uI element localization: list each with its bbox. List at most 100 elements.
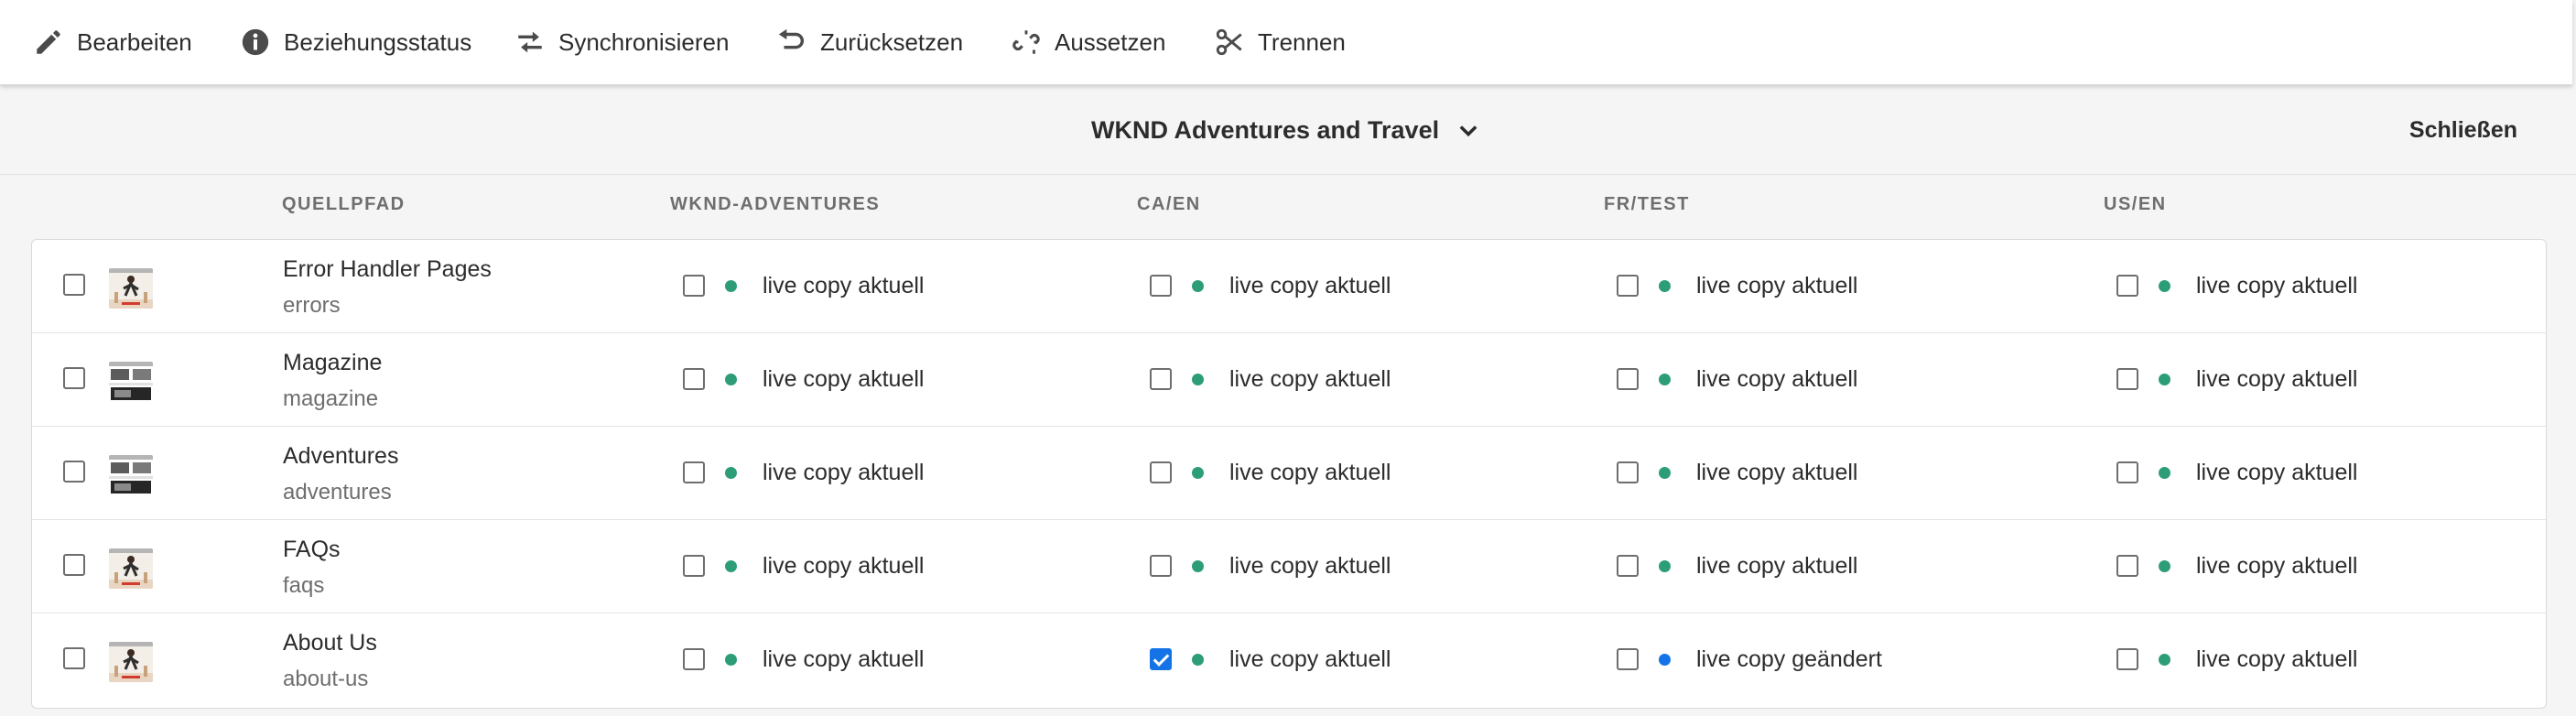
- status-current-dot-icon: [2159, 560, 2170, 572]
- live-copy-checkbox[interactable]: [1150, 461, 1172, 483]
- source-page-path: magazine: [283, 386, 379, 411]
- live-copy-status-label: live copy aktuell: [1696, 460, 1858, 485]
- edit-button-label: Bearbeiten: [77, 27, 192, 56]
- source-page-path: about-us: [283, 667, 369, 691]
- close-button[interactable]: Schließen: [2409, 86, 2517, 174]
- live-copy-checkbox[interactable]: [1617, 461, 1639, 483]
- detach-button[interactable]: Trennen: [1214, 0, 1346, 84]
- source-page-title: FAQs: [283, 537, 341, 562]
- row-select-checkbox[interactable]: [63, 647, 85, 669]
- status-current-dot-icon: [1659, 560, 1671, 572]
- live-copy-status: live copy aktuell: [725, 520, 924, 613]
- suspend-button[interactable]: Aussetzen: [1011, 0, 1165, 84]
- table-row[interactable]: FAQs faqs live copy aktuell live copy aktue…: [32, 520, 2546, 613]
- status-current-dot-icon: [1192, 560, 1204, 572]
- column-header-ca-en: CA/EN: [1137, 194, 1201, 214]
- status-current-dot-icon: [2159, 280, 2170, 292]
- live-copy-checkbox[interactable]: [1150, 368, 1172, 390]
- live-copy-checkbox[interactable]: [1150, 275, 1172, 297]
- live-copy-checkbox[interactable]: [1617, 648, 1639, 670]
- live-copy-status: live copy aktuell: [1192, 240, 1391, 332]
- live-copy-status: live copy aktuell: [1192, 520, 1391, 613]
- row-select-checkbox[interactable]: [63, 461, 85, 483]
- status-current-dot-icon: [1659, 280, 1671, 292]
- column-header-wknd-adventures: WKND-ADVENTURES: [670, 194, 881, 214]
- relationship-status-button[interactable]: Beziehungsstatus: [240, 0, 471, 84]
- live-copy-checkbox[interactable]: [2116, 275, 2138, 297]
- synchronize-button-label: Synchronisieren: [558, 27, 730, 56]
- live-copy-table: Error Handler Pages errors live copy aktue…: [31, 239, 2547, 709]
- page-thumbnail-person: [109, 268, 153, 309]
- live-copy-status: live copy aktuell: [1659, 427, 1857, 519]
- live-copy-checkbox[interactable]: [1617, 275, 1639, 297]
- panel-header: WKND Adventures and Travel Schließen: [0, 86, 2576, 175]
- scissors-icon: [1216, 28, 1242, 56]
- reset-button[interactable]: Zurücksetzen: [776, 0, 963, 84]
- status-current-dot-icon: [725, 467, 737, 479]
- status-current-dot-icon: [1192, 467, 1204, 479]
- row-select-checkbox[interactable]: [63, 274, 85, 296]
- pencil-icon: [37, 30, 60, 54]
- table-row[interactable]: About Us about-us live copy aktuell live co…: [32, 613, 2546, 706]
- status-current-dot-icon: [1192, 280, 1204, 292]
- live-copy-checkbox[interactable]: [1617, 368, 1639, 390]
- live-copy-checkbox[interactable]: [2116, 555, 2138, 577]
- live-copy-status: live copy aktuell: [1659, 240, 1857, 332]
- table-row[interactable]: Adventures adventures live copy aktuell liv…: [32, 427, 2546, 520]
- live-copy-status-label: live copy aktuell: [2196, 553, 2358, 579]
- status-changed-dot-icon: [1659, 654, 1671, 666]
- live-copy-status-label: live copy aktuell: [1696, 366, 1858, 392]
- live-copy-checkbox[interactable]: [683, 648, 705, 670]
- table-row[interactable]: Error Handler Pages errors live copy aktue…: [32, 240, 2546, 333]
- live-copy-checkbox[interactable]: [1150, 648, 1172, 670]
- page-thumbnail-layout: [109, 455, 153, 495]
- column-header-fr-test: FR/TEST: [1604, 194, 1690, 214]
- live-copy-status: live copy aktuell: [1192, 333, 1391, 426]
- live-copy-status-label: live copy aktuell: [763, 273, 925, 298]
- reset-button-label: Zurücksetzen: [820, 27, 964, 56]
- page-thumbnail-person: [109, 548, 153, 589]
- live-copy-status-label: live copy aktuell: [763, 553, 925, 579]
- status-current-dot-icon: [1659, 467, 1671, 479]
- live-copy-status: live copy aktuell: [1192, 427, 1391, 519]
- live-copy-status-label: live copy aktuell: [1696, 553, 1858, 579]
- live-copy-checkbox[interactable]: [2116, 368, 2138, 390]
- row-select-checkbox[interactable]: [63, 367, 85, 389]
- source-page-path: errors: [283, 293, 341, 318]
- live-copy-checkbox[interactable]: [2116, 461, 2138, 483]
- chevron-down-icon: [1459, 125, 1477, 137]
- suspend-button-label: Aussetzen: [1055, 27, 1166, 56]
- live-copy-status: live copy aktuell: [725, 333, 924, 426]
- edit-button[interactable]: Bearbeiten: [33, 0, 192, 84]
- live-copy-status: live copy aktuell: [2159, 240, 2357, 332]
- table-row[interactable]: Magazine magazine live copy aktuell live co…: [32, 333, 2546, 427]
- live-copy-checkbox[interactable]: [1617, 555, 1639, 577]
- action-toolbar: Bearbeiten Beziehungsstatus Synchronisie…: [0, 0, 2572, 85]
- live-copy-checkbox[interactable]: [683, 368, 705, 390]
- synchronize-button[interactable]: Synchronisieren: [514, 0, 729, 84]
- page-thumbnail-person: [109, 642, 153, 682]
- live-copy-status-label: live copy geändert: [1696, 646, 1882, 672]
- live-copy-checkbox[interactable]: [2116, 648, 2138, 670]
- live-copy-checkbox[interactable]: [1150, 555, 1172, 577]
- undo-icon: [778, 28, 804, 49]
- live-copy-checkbox[interactable]: [683, 461, 705, 483]
- live-copy-status-label: live copy aktuell: [1229, 273, 1391, 298]
- live-copy-status-label: live copy aktuell: [2196, 273, 2358, 298]
- status-current-dot-icon: [1192, 654, 1204, 666]
- status-current-dot-icon: [1192, 374, 1204, 385]
- source-page-title: Adventures: [283, 443, 399, 469]
- blueprint-title-dropdown[interactable]: WKND Adventures and Travel: [1091, 86, 1481, 174]
- live-copy-checkbox[interactable]: [683, 555, 705, 577]
- column-header-us-en: US/EN: [2104, 194, 2167, 214]
- live-copy-status: live copy aktuell: [2159, 613, 2357, 706]
- live-copy-status: live copy aktuell: [2159, 520, 2357, 613]
- live-copy-status-label: live copy aktuell: [2196, 366, 2358, 392]
- live-copy-status-label: live copy aktuell: [763, 646, 925, 672]
- live-copy-checkbox[interactable]: [683, 275, 705, 297]
- source-page-title: Magazine: [283, 350, 383, 375]
- live-copy-status-label: live copy aktuell: [1696, 273, 1858, 298]
- row-select-checkbox[interactable]: [63, 554, 85, 576]
- live-copy-status-label: live copy aktuell: [2196, 460, 2358, 485]
- live-copy-status-label: live copy aktuell: [1229, 646, 1391, 672]
